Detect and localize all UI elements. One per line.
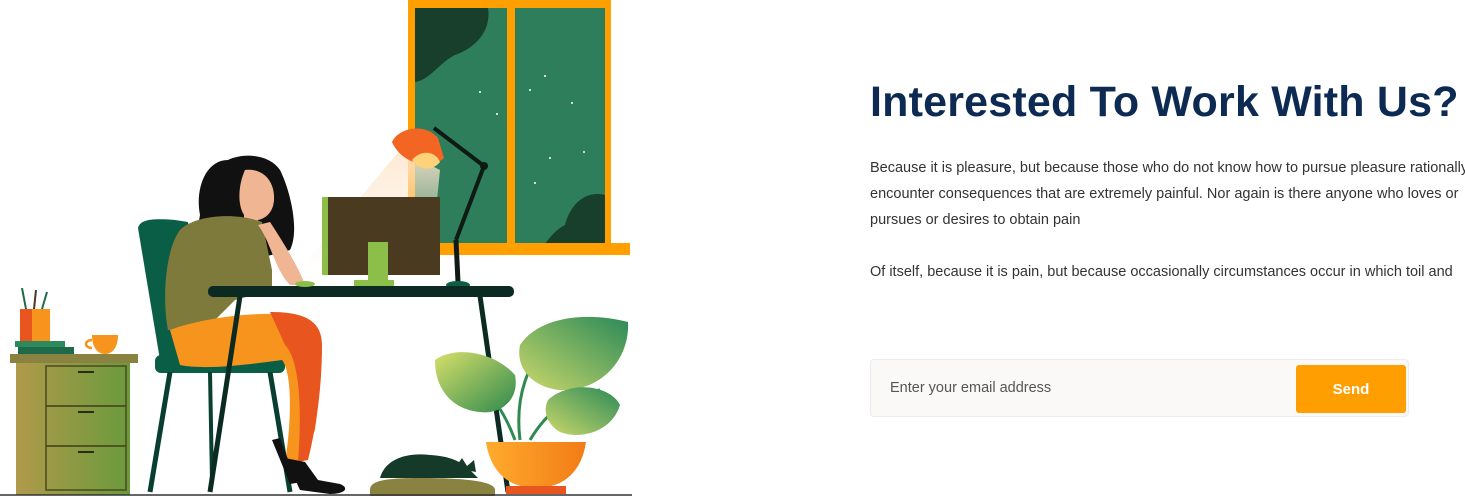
desk-items bbox=[15, 287, 118, 354]
intro-paragraph: Because it is pleasure, but because thos… bbox=[870, 160, 1465, 228]
woman-figure bbox=[165, 155, 346, 494]
sleeping-cat bbox=[370, 454, 495, 496]
computer-monitor bbox=[295, 197, 440, 287]
work-from-home-illustration bbox=[0, 0, 632, 496]
secondary-paragraph: Of itself, because it is pain, but becau… bbox=[870, 264, 1453, 280]
page-title: Interested To Work With Us? bbox=[870, 78, 1459, 126]
cta-section: Interested To Work With Us? Because it i… bbox=[870, 0, 1465, 496]
email-subscribe-form: Send bbox=[870, 359, 1409, 417]
send-button[interactable]: Send bbox=[1296, 365, 1406, 413]
side-cabinet bbox=[10, 354, 138, 495]
email-input[interactable] bbox=[872, 361, 1292, 415]
